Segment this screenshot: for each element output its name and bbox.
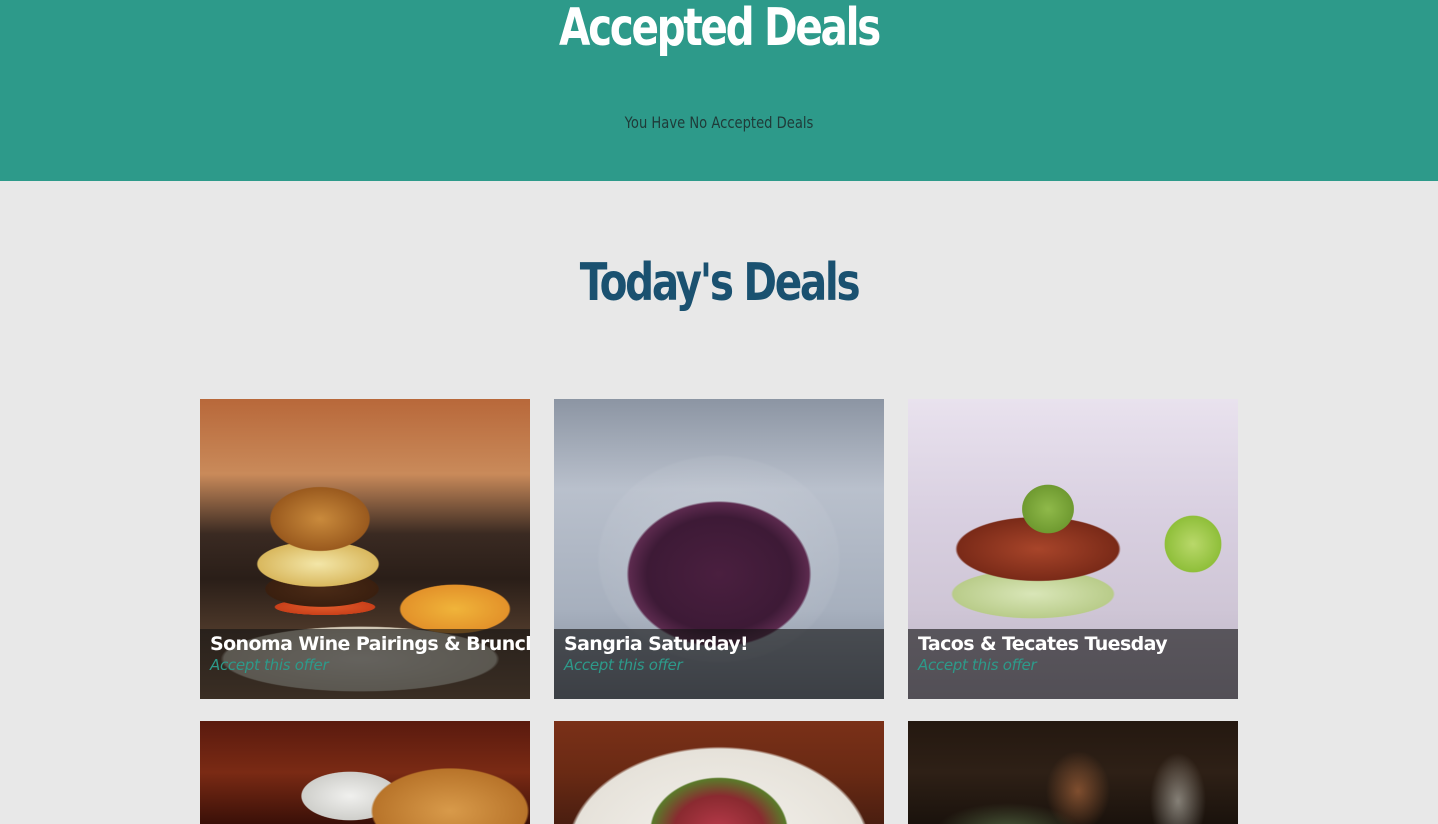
- deal-card[interactable]: [908, 721, 1238, 824]
- deal-card[interactable]: Tacos & Tecates Tuesday Accept this offe…: [908, 399, 1238, 699]
- accepted-deals-title: Accepted Deals: [559, 0, 881, 58]
- deal-caption: Sonoma Wine Pairings & Brunch Accept thi…: [200, 629, 530, 699]
- accepted-deals-section: Accepted Deals You Have No Accepted Deal…: [0, 0, 1438, 181]
- todays-deals-title: Today's Deals: [579, 253, 861, 313]
- deal-title: Tacos & Tecates Tuesday: [918, 633, 1168, 655]
- bar-drinks-photo: [908, 721, 1238, 824]
- deal-title: Sangria Saturday!: [564, 633, 749, 655]
- deal-card[interactable]: [554, 721, 884, 824]
- accept-offer-link[interactable]: Accept this offer: [210, 656, 329, 674]
- deal-caption: Tacos & Tecates Tuesday Accept this offe…: [908, 629, 1238, 699]
- deal-card[interactable]: Sonoma Wine Pairings & Brunch Accept thi…: [200, 399, 530, 699]
- deal-title: Sonoma Wine Pairings & Brunch: [210, 633, 530, 655]
- no-accepted-deals-message: You Have No Accepted Deals: [624, 113, 814, 132]
- accept-offer-link[interactable]: Accept this offer: [564, 656, 683, 674]
- deal-caption: Sangria Saturday! Accept this offer: [554, 629, 884, 699]
- pastry-dessert-photo: [200, 721, 530, 824]
- deal-card[interactable]: [200, 721, 530, 824]
- salad-plate-photo: [554, 721, 884, 824]
- deal-card[interactable]: Sangria Saturday! Accept this offer: [554, 399, 884, 699]
- accept-offer-link[interactable]: Accept this offer: [918, 656, 1037, 674]
